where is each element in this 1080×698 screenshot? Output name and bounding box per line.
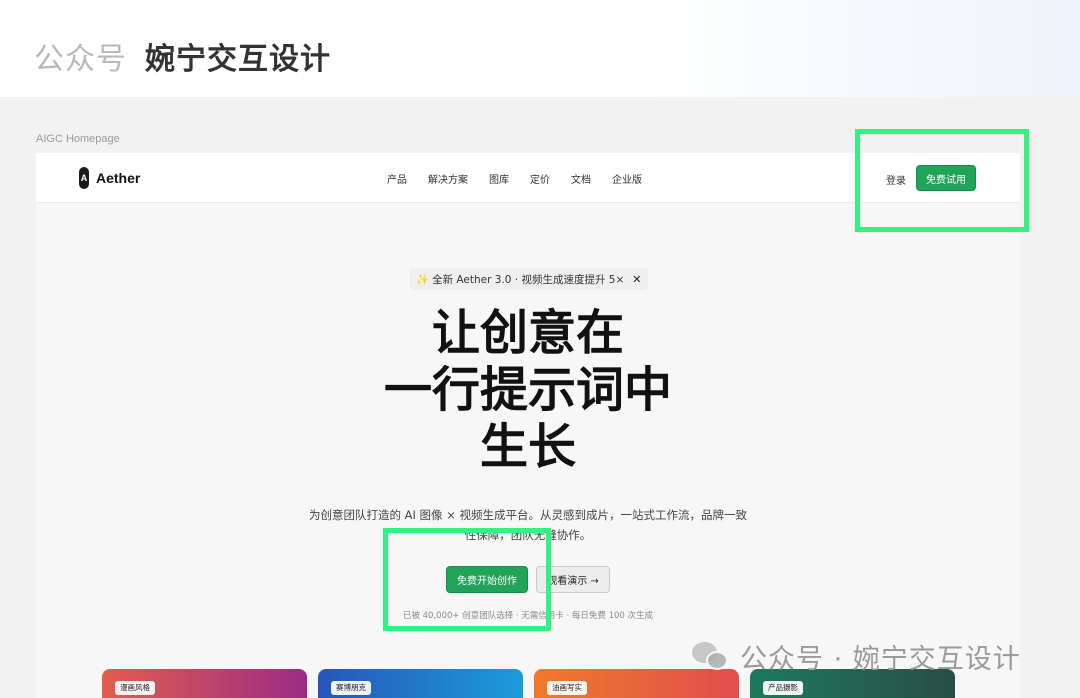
watermark-title: 公众号 婉宁交互设计 [34, 40, 331, 80]
close-icon[interactable]: ✕ [632, 273, 641, 286]
hero-headline: 让创意在 一行提示词中 生长 [278, 305, 778, 476]
brand-name: Aether [96, 170, 141, 186]
nav-link-solutions[interactable]: 解决方案 [428, 171, 468, 186]
watermark-header: 公众号 婉宁交互设计 [0, 0, 1080, 97]
style-card-tag: 漫画风格 [115, 681, 155, 695]
nav-link-docs[interactable]: 文档 [571, 171, 591, 186]
watermark-prefix: 公众号 [34, 42, 127, 77]
announcement-badge[interactable]: ✨ 全新 Aether 3.0 · 视频生成速度提升 5× ✕ [410, 268, 648, 290]
brand-mark-icon: A [79, 167, 89, 189]
announcement-text: 全新 Aether 3.0 · 视频生成速度提升 5× [432, 273, 625, 286]
nav-link-products[interactable]: 产品 [387, 171, 407, 186]
wechat-watermark: 公众号 · 婉宁交互设计 [690, 637, 1021, 676]
highlight-box-cta [383, 528, 551, 631]
brand-logo[interactable]: A Aether [79, 167, 140, 189]
style-card-tag: 油画写实 [547, 681, 587, 695]
watermark-name: 婉宁交互设计 [145, 42, 331, 77]
sparkle-icon: ✨ [416, 273, 430, 286]
style-card-cyberpunk[interactable]: 赛博朋克 [318, 669, 523, 698]
nav-link-enterprise[interactable]: 企业版 [612, 171, 642, 186]
style-card-tag: 产品摄影 [763, 681, 803, 695]
nav-link-pricing[interactable]: 定价 [530, 171, 550, 186]
nav-link-gallery[interactable]: 图库 [489, 171, 509, 186]
wechat-icon [690, 639, 732, 675]
headline-line: 一行提示词中 [383, 362, 672, 418]
headline-line: 生长 [479, 419, 576, 475]
style-card-comic[interactable]: 漫画风格 [102, 669, 307, 698]
nav-links: 产品 解决方案 图库 定价 文档 企业版 [387, 171, 663, 186]
wechat-watermark-text: 公众号 · 婉宁交互设计 [740, 644, 1021, 675]
highlight-box-nav-actions [855, 129, 1029, 232]
frame-label: AIGC Homepage [36, 133, 120, 145]
style-card-tag: 赛博朋克 [331, 681, 371, 695]
headline-line: 让创意在 [431, 305, 624, 361]
